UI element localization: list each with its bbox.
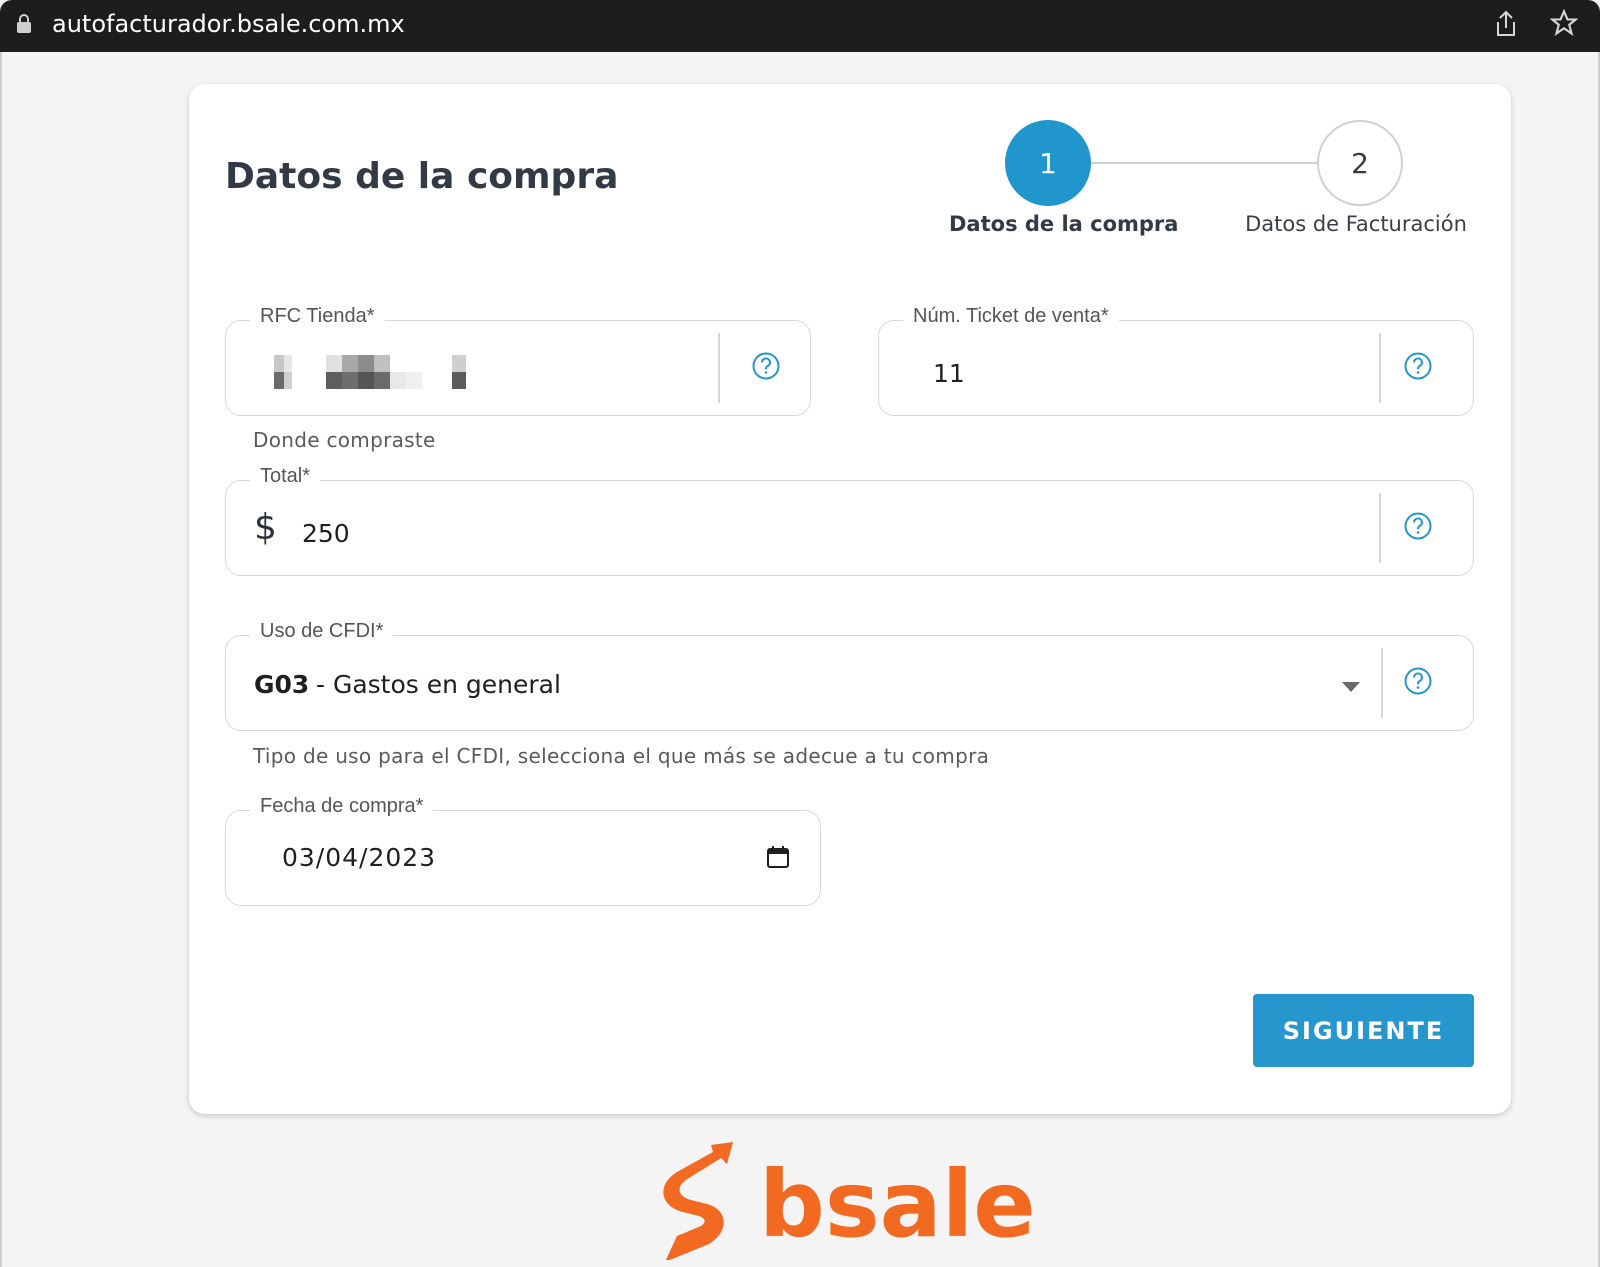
total-field[interactable]: Total* $ 250 bbox=[225, 465, 1474, 576]
cfdi-description: - Gastos en general bbox=[316, 670, 561, 699]
rfc-redacted-value bbox=[274, 355, 470, 394]
date-label: Fecha de compra* bbox=[250, 795, 434, 818]
cfdi-select[interactable]: Uso de CFDI* G03 - Gastos en general bbox=[225, 620, 1474, 731]
dropdown-arrow-icon[interactable] bbox=[1341, 680, 1361, 698]
cfdi-hint: Tipo de uso para el CFDI, selecciona el … bbox=[253, 744, 990, 768]
cfdi-code: G03 bbox=[254, 670, 310, 699]
help-icon[interactable] bbox=[1403, 666, 1433, 696]
help-icon[interactable] bbox=[751, 351, 781, 381]
rfc-label: RFC Tienda* bbox=[250, 305, 385, 328]
step-2-label: Datos de Facturación bbox=[1245, 212, 1467, 236]
ticket-value: 11 bbox=[933, 359, 965, 388]
share-icon[interactable] bbox=[1494, 10, 1518, 43]
step-1-circle: 1 bbox=[1005, 120, 1091, 206]
url-text[interactable]: autofacturador.bsale.com.mx bbox=[52, 10, 405, 38]
total-value: 250 bbox=[302, 519, 350, 548]
help-icon[interactable] bbox=[1403, 351, 1433, 381]
currency-symbol: $ bbox=[254, 507, 277, 548]
date-field[interactable]: Fecha de compra* 03/04/2023 bbox=[225, 795, 821, 906]
cfdi-divider bbox=[1381, 648, 1383, 718]
browser-address-bar: autofacturador.bsale.com.mx bbox=[0, 0, 1600, 52]
next-button[interactable]: SIGUIENTE bbox=[1253, 994, 1474, 1067]
bsale-logo-text: bsale bbox=[759, 1151, 1036, 1258]
help-icon[interactable] bbox=[1403, 511, 1433, 541]
star-icon[interactable] bbox=[1549, 8, 1579, 42]
stepper-connector bbox=[1089, 162, 1329, 164]
bsale-logo: bsale bbox=[655, 1140, 1045, 1265]
ticket-field[interactable]: Núm. Ticket de venta* 11 bbox=[878, 305, 1474, 416]
ticket-divider bbox=[1379, 333, 1381, 403]
date-value[interactable]: 03/04/2023 bbox=[282, 843, 436, 872]
page-title: Datos de la compra bbox=[225, 156, 619, 197]
total-divider bbox=[1379, 493, 1381, 563]
rfc-hint: Donde compraste bbox=[253, 428, 436, 452]
lock-icon bbox=[16, 14, 32, 39]
form-card: Datos de la compra 1 2 Datos de la compr… bbox=[189, 84, 1511, 1114]
step-1-label: Datos de la compra bbox=[949, 212, 1179, 236]
rfc-field[interactable]: RFC Tienda* bbox=[225, 305, 811, 416]
step-2-circle: 2 bbox=[1317, 120, 1403, 206]
total-label: Total* bbox=[250, 465, 321, 488]
ticket-label: Núm. Ticket de venta* bbox=[903, 305, 1119, 328]
rfc-divider bbox=[718, 333, 720, 403]
calendar-icon[interactable] bbox=[766, 845, 790, 874]
cfdi-label: Uso de CFDI* bbox=[250, 620, 394, 643]
